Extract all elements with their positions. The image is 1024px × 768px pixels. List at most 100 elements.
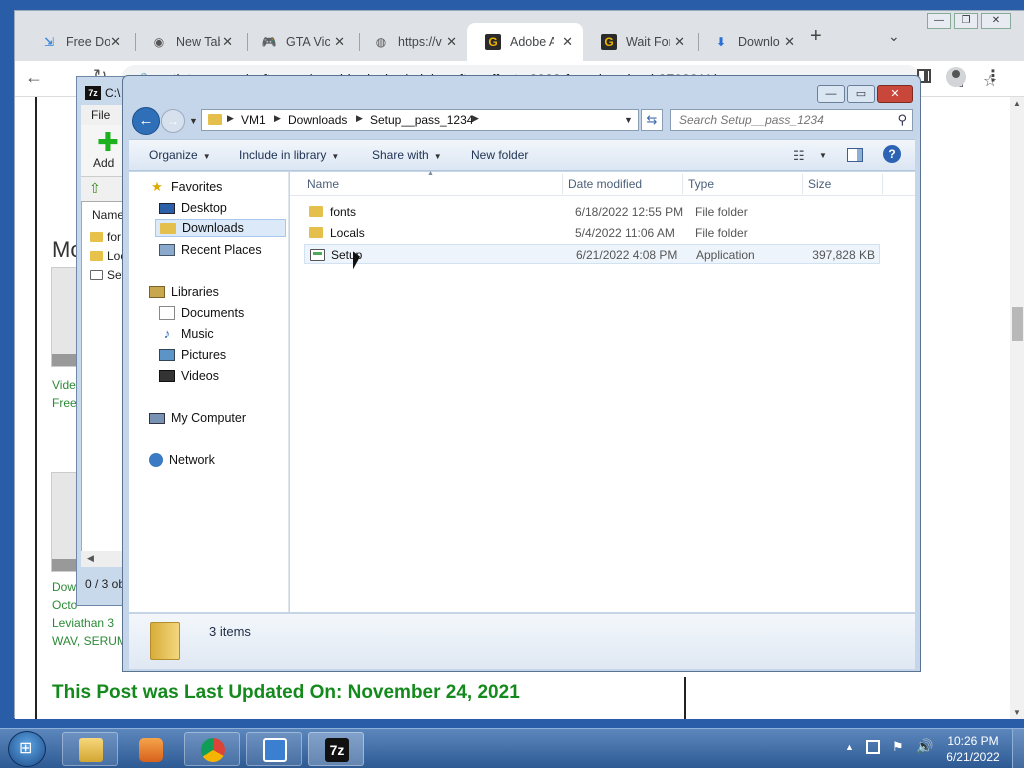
search-icon[interactable]: ⚲ [897,112,907,128]
taskbar-installer[interactable] [246,732,302,766]
nav-desktop[interactable]: Desktop [159,199,227,217]
breadcrumb-arrow-icon[interactable]: ▶ [274,113,281,124]
chrome-close-button[interactable]: ✕ [981,13,1011,29]
network-tray-icon[interactable] [866,740,880,754]
article-link[interactable]: Octo [52,598,77,612]
nav-forward-button[interactable]: → [161,109,185,133]
list-item[interactable]: for [90,230,121,244]
file-row[interactable]: fonts 6/18/2022 12:55 PM File folder [304,202,880,222]
nav-documents[interactable]: Documents [159,304,244,322]
minimize-button[interactable]: — [817,85,845,103]
close-icon[interactable]: ✕ [222,34,233,50]
help-icon[interactable]: ? [883,145,901,163]
column-header-type[interactable]: Type [688,177,714,191]
tab-downloads[interactable]: ⬇ Downlo ✕ [695,23,805,61]
maximize-button[interactable]: ▭ [847,85,875,103]
article-link[interactable]: Free [52,396,77,410]
taskbar-chrome[interactable] [184,732,240,766]
close-icon[interactable]: ✕ [334,34,345,50]
article-link[interactable]: Leviathan 3 [52,616,114,630]
change-view-icon[interactable]: ☷ [793,148,805,164]
column-divider[interactable] [682,174,683,194]
show-desktop-button[interactable] [1012,729,1024,768]
new-folder-button[interactable]: New folder [471,148,528,162]
new-tab-button[interactable]: + [810,25,822,48]
nav-pictures[interactable]: Pictures [159,346,226,364]
close-icon[interactable]: ✕ [784,34,795,50]
address-breadcrumb[interactable]: ▶ VM1 ▶ Downloads ▶ Setup__pass_1234 ▶ ▼ [201,109,639,131]
nav-favorites[interactable]: ★ Favorites [149,178,222,196]
tab-new-tab[interactable]: ◉ New Tab ✕ [133,23,243,61]
back-button[interactable]: ← [25,67,43,88]
thumbnail-image[interactable] [51,267,77,367]
article-link[interactable]: Dow [52,580,76,594]
column-header-date[interactable]: Date modified [568,177,642,191]
column-header-name[interactable]: Name [92,208,124,222]
refresh-button[interactable]: ⇆ [641,109,663,131]
nav-music[interactable]: ♪ Music [159,325,214,343]
article-link[interactable]: WAV, SERUM) [52,634,131,648]
include-in-library-button[interactable]: Include in library ▼ [239,148,339,162]
thumbnail-image[interactable] [51,472,77,572]
close-icon[interactable]: ✕ [674,34,685,50]
column-divider[interactable] [562,174,563,194]
preview-pane-icon[interactable] [847,148,863,162]
clock-time[interactable]: 10:26 PM [944,734,1002,748]
menu-file[interactable]: File [91,108,110,122]
tab-search-chevron-icon[interactable]: ⌄ [888,28,900,45]
breadcrumb-vm1[interactable]: VM1 [241,113,266,127]
list-item[interactable]: Loc [90,249,126,263]
tab-wait-for[interactable]: G Wait For ✕ [583,23,695,61]
address-dropdown-icon[interactable]: ▼ [624,115,633,125]
recent-locations-chevron-icon[interactable]: ▼ [189,116,198,126]
chrome-restore-button[interactable]: ❐ [954,13,978,29]
breadcrumb-arrow-icon[interactable]: ▶ [227,113,234,124]
show-hidden-icons-icon[interactable]: ▲ [845,742,854,752]
share-with-button[interactable]: Share with ▼ [372,148,442,162]
organize-button[interactable]: Organize ▼ [149,148,211,162]
scroll-up-arrow-icon[interactable]: ▲ [1013,99,1021,108]
search-input[interactable] [679,112,884,128]
taskbar-explorer[interactable] [62,732,118,766]
file-row[interactable]: Setup 6/21/2022 4:08 PM Application 397,… [304,244,880,264]
profile-avatar-icon[interactable] [946,67,966,87]
scroll-down-arrow-icon[interactable]: ▼ [1013,708,1021,717]
tab-adobe-active[interactable]: G Adobe A ✕ [467,23,583,61]
file-list[interactable]: ▲ Name Date modified Type Size fonts 6/1… [290,170,915,612]
clock-date[interactable]: 6/21/2022 [944,750,1002,764]
close-icon[interactable]: ✕ [110,34,121,50]
tab-gta[interactable]: 🎮 GTA Vic ✕ [243,23,355,61]
nav-recent-places[interactable]: Recent Places [159,241,262,259]
tab-free-download[interactable]: ⇲ Free Dov ✕ [23,23,131,61]
breadcrumb-arrow-icon[interactable]: ▶ [472,113,479,124]
list-item[interactable]: Set [90,268,125,282]
nav-back-button[interactable]: ← [132,107,160,135]
action-center-flag-icon[interactable]: ⚑ [892,739,904,755]
nav-videos[interactable]: Videos [159,367,219,385]
scroll-left-arrow-icon[interactable]: ◀ [87,553,94,564]
add-plus-icon[interactable]: ✚ [97,129,119,155]
taskbar-7zip[interactable]: 7z [308,732,364,766]
column-header-name[interactable]: Name [307,177,339,191]
more-menu-icon[interactable]: ⋮ [985,66,1001,86]
column-divider[interactable] [882,174,883,194]
nav-downloads[interactable]: Downloads [155,219,286,237]
column-divider[interactable] [802,174,803,194]
page-scrollbar[interactable]: ▲ ▼ [1010,97,1024,719]
article-link[interactable]: Vide [52,378,76,392]
search-box[interactable]: ⚲ [670,109,913,131]
view-options-chevron-icon[interactable]: ▼ [819,151,827,160]
column-header-size[interactable]: Size [808,177,831,191]
volume-icon[interactable]: 🔊 [916,738,933,755]
close-icon[interactable]: ✕ [562,34,573,50]
nav-network[interactable]: Network [149,451,215,469]
tab-https[interactable]: ◍ https://v ✕ [355,23,467,61]
nav-my-computer[interactable]: My Computer [149,409,246,427]
folder-up-icon[interactable]: ⇧ [89,180,101,197]
breadcrumb-setup[interactable]: Setup__pass_1234 [370,113,473,127]
add-button-label[interactable]: Add [93,156,114,170]
breadcrumb-arrow-icon[interactable]: ▶ [356,113,363,124]
breadcrumb-downloads[interactable]: Downloads [288,113,347,127]
file-row[interactable]: Locals 5/4/2022 11:06 AM File folder [304,223,880,243]
scrollbar-thumb[interactable] [1012,307,1023,341]
